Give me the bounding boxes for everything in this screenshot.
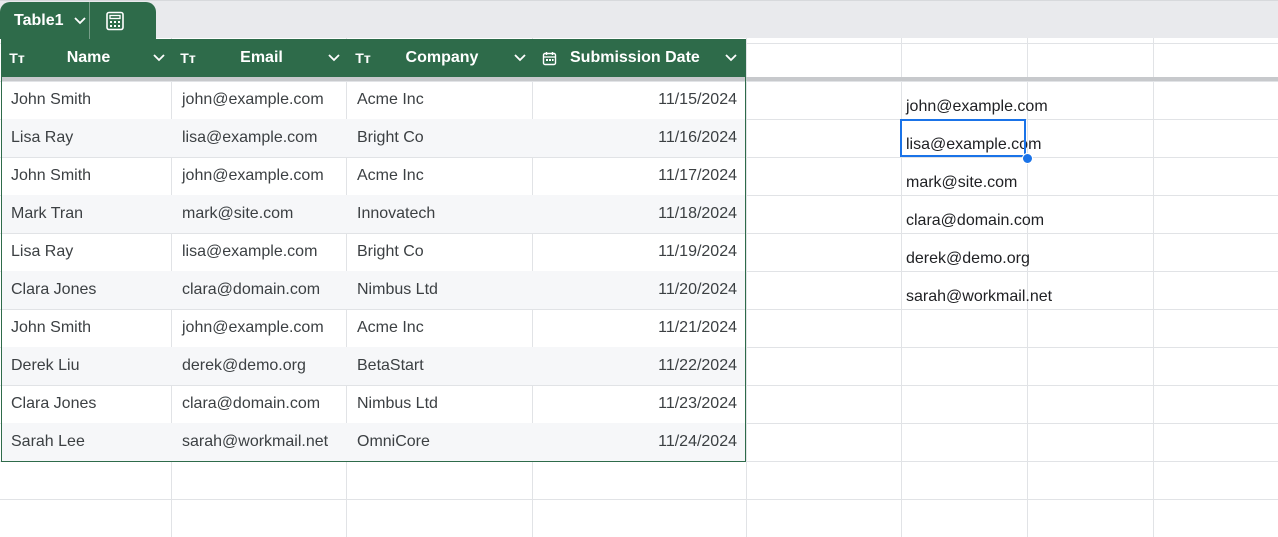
cell-company[interactable]: Nimbus Ltd [348,395,534,413]
cell-email[interactable]: derek@demo.org [173,357,348,375]
chevron-down-icon[interactable] [145,54,173,62]
column-header-submission-date[interactable]: Submission Date [534,39,745,77]
cell-email[interactable]: lisa@example.com [173,243,348,261]
table-header-row: Tт Name Tт Email Tт Company Submission D… [2,39,745,77]
cell-company[interactable]: Nimbus Ltd [348,281,534,299]
cell-date[interactable]: 11/20/2024 [534,281,745,299]
cell-company[interactable]: Acme Inc [348,319,534,337]
table-row[interactable]: Mark Tran mark@site.com Innovatech 11/18/20… [2,195,745,233]
cell-company[interactable]: Acme Inc [348,91,534,109]
cell-date[interactable]: 11/21/2024 [534,319,745,337]
cell-date[interactable]: 11/24/2024 [534,433,745,451]
cell-company[interactable]: OmniCore [348,433,534,451]
column-header-company[interactable]: Tт Company [348,39,534,77]
text-type-icon: Tт [355,50,371,66]
cell-email[interactable]: clara@domain.com [173,281,348,299]
fill-handle[interactable] [1022,153,1033,164]
column-header-label: Name [66,49,111,66]
cell-name[interactable]: Clara Jones [2,395,173,413]
table-row[interactable]: Sarah Lee sarah@workmail.net OmniCore 11/24… [2,423,745,461]
cell-date[interactable]: 11/18/2024 [534,205,745,223]
table-body: John Smith john@example.com Acme Inc 11/15/… [2,81,745,461]
table-row[interactable]: Derek Liu derek@demo.org BetaStart 11/22/20… [2,347,745,385]
cell-company[interactable]: Bright Co [348,129,534,147]
cell-date[interactable]: 11/16/2024 [534,129,745,147]
cell-name[interactable]: John Smith [2,319,173,337]
chevron-down-icon[interactable] [717,54,745,62]
cell-date[interactable]: 11/15/2024 [534,91,745,109]
column-header-label: Submission Date [570,49,700,66]
column-header-label: Company [405,49,479,66]
grid-line [1153,38,1154,537]
table-row[interactable]: Clara Jones clara@domain.com Nimbus Ltd 11/… [2,385,745,423]
cell-name[interactable]: Lisa Ray [2,129,173,147]
chevron-down-icon[interactable] [320,54,348,62]
cell-email[interactable]: john@example.com [173,91,348,109]
cell-email[interactable]: john@example.com [173,167,348,185]
cell-company[interactable]: Innovatech [348,205,534,223]
unique-email-cell[interactable]: john@example.com [901,88,1101,126]
table-tab-bar [0,0,1278,38]
unique-email-cell[interactable]: lisa@example.com [901,126,1101,164]
cell-name[interactable]: John Smith [2,91,173,109]
cell-date[interactable]: 11/17/2024 [534,167,745,185]
table-row[interactable]: John Smith john@example.com Acme Inc 11/17/… [2,157,745,195]
table-calculator-button[interactable] [90,2,140,39]
calendar-icon [534,51,564,66]
unique-email-cell[interactable]: clara@domain.com [901,202,1101,240]
table-name: Table1 [14,11,64,29]
grid-line [746,38,747,537]
table-row[interactable]: John Smith john@example.com Acme Inc 11/15/… [2,81,745,119]
cell-email[interactable]: clara@domain.com [173,395,348,413]
cell-date[interactable]: 11/23/2024 [534,395,745,413]
cell-name[interactable]: Derek Liu [2,357,173,375]
text-type-icon: Tт [9,50,25,66]
table-tab[interactable]: Table1 [0,2,156,39]
cell-company[interactable]: Bright Co [348,243,534,261]
data-table: Tт Name Tт Email Tт Company Submission D… [1,39,746,462]
cell-name[interactable]: Sarah Lee [2,433,173,451]
cell-name[interactable]: Lisa Ray [2,243,173,261]
chevron-down-icon[interactable] [506,54,534,62]
table-row[interactable]: John Smith john@example.com Acme Inc 11/21/… [2,309,745,347]
text-type-icon: Tт [180,50,196,66]
cell-date[interactable]: 11/19/2024 [534,243,745,261]
cell-name[interactable]: Clara Jones [2,281,173,299]
table-row[interactable]: Lisa Ray lisa@example.com Bright Co 11/19/2… [2,233,745,271]
cell-company[interactable]: Acme Inc [348,167,534,185]
unique-email-cell[interactable]: mark@site.com [901,164,1101,202]
cell-date[interactable]: 11/22/2024 [534,357,745,375]
column-header-name[interactable]: Tт Name [2,39,173,77]
cell-company[interactable]: BetaStart [348,357,534,375]
column-header-email[interactable]: Tт Email [173,39,348,77]
cell-email[interactable]: lisa@example.com [173,129,348,147]
unique-email-cell[interactable]: derek@demo.org [901,240,1101,278]
table-row[interactable]: Clara Jones clara@domain.com Nimbus Ltd 11/… [2,271,745,309]
table-name-dropdown[interactable]: Table1 [0,2,90,39]
table-row[interactable]: Lisa Ray lisa@example.com Bright Co 11/16/2… [2,119,745,157]
frozen-row-divider[interactable] [746,77,1278,81]
column-header-label: Email [240,49,283,66]
cell-email[interactable]: mark@site.com [173,205,348,223]
table-calculator-icon [106,11,124,30]
chevron-down-icon [73,16,86,24]
unique-email-cell[interactable]: sarah@workmail.net [901,278,1101,316]
cell-name[interactable]: Mark Tran [2,205,173,223]
cell-email[interactable]: john@example.com [173,319,348,337]
cell-name[interactable]: John Smith [2,167,173,185]
cell-email[interactable]: sarah@workmail.net [173,433,348,451]
